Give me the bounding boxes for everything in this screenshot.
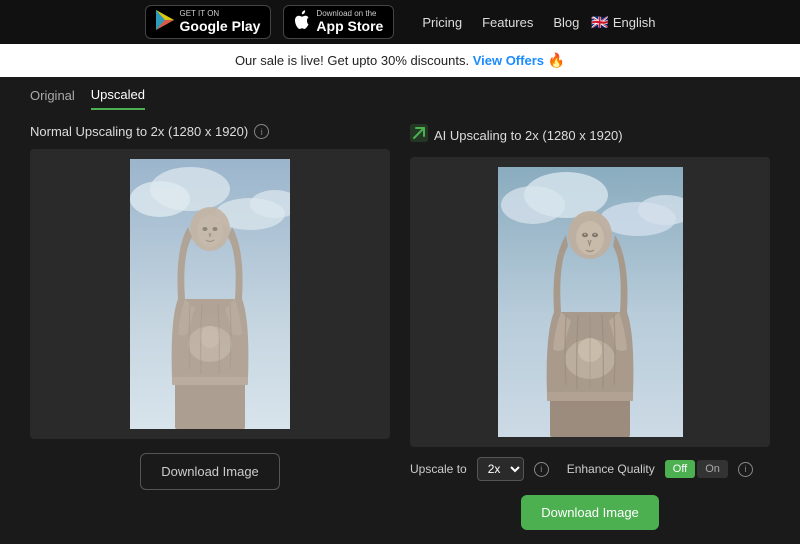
language-selector[interactable]: 🇬🇧 English [591, 14, 655, 31]
upscale-info-icon[interactable]: i [534, 462, 549, 477]
normal-download-button[interactable]: Download Image [140, 453, 280, 490]
nav-links: Pricing Features Blog [422, 15, 579, 30]
pricing-link[interactable]: Pricing [422, 15, 462, 30]
app-store-label: App Store [316, 18, 383, 35]
enhance-on-button[interactable]: On [697, 460, 728, 478]
enhance-quality-toggle: Off On [665, 460, 728, 478]
enhance-info-icon[interactable]: i [738, 462, 753, 477]
ai-title-text: AI Upscaling to 2x (1280 x 1920) [434, 128, 623, 143]
app-store-button[interactable]: Download on the App Store [283, 5, 394, 40]
ai-statue-image [498, 167, 683, 437]
tabs-row: Original Upscaled [0, 77, 800, 110]
google-play-button[interactable]: GET IT ON Google Play [145, 5, 272, 40]
apple-icon [294, 10, 310, 34]
view-offers-link[interactable]: View Offers [473, 53, 544, 68]
google-play-label: Google Play [180, 18, 261, 35]
app-store-sublabel: Download on the [316, 10, 383, 18]
normal-download-row: Download Image [30, 453, 390, 490]
top-nav: GET IT ON Google Play Download on the Ap… [0, 0, 800, 44]
normal-upscaling-panel: Normal Upscaling to 2x (1280 x 1920) i [30, 124, 390, 530]
google-play-icon [156, 10, 174, 34]
ai-upscale-icon [410, 124, 428, 147]
ai-image-container [410, 157, 770, 447]
features-link[interactable]: Features [482, 15, 533, 30]
normal-title-text: Normal Upscaling to 2x (1280 x 1920) [30, 124, 248, 139]
ai-upscaling-panel: AI Upscaling to 2x (1280 x 1920) [410, 124, 770, 530]
tab-upscaled[interactable]: Upscaled [91, 87, 145, 110]
tab-original[interactable]: Original [30, 88, 75, 109]
ai-download-button[interactable]: Download Image [521, 495, 659, 530]
flag-icon: 🇬🇧 [591, 14, 608, 31]
ai-download-row: Download Image [410, 495, 770, 530]
ai-controls-row: Upscale to 2x 4x i Enhance Quality Off O… [410, 457, 770, 481]
normal-panel-title: Normal Upscaling to 2x (1280 x 1920) i [30, 124, 390, 139]
promo-banner: Our sale is live! Get upto 30% discounts… [0, 44, 800, 77]
normal-info-icon[interactable]: i [254, 124, 269, 139]
blog-link[interactable]: Blog [553, 15, 579, 30]
normal-image-container [30, 149, 390, 439]
enhance-off-button[interactable]: Off [665, 460, 695, 478]
upscale-select[interactable]: 2x 4x [477, 457, 524, 481]
google-play-sublabel: GET IT ON [180, 10, 261, 18]
normal-statue-image [130, 159, 290, 429]
enhance-quality-label: Enhance Quality [567, 462, 655, 476]
promo-text: Our sale is live! Get upto 30% discounts… [235, 53, 469, 68]
ai-panel-title: AI Upscaling to 2x (1280 x 1920) [410, 124, 770, 147]
upscale-to-label: Upscale to [410, 462, 467, 476]
main-content: Normal Upscaling to 2x (1280 x 1920) i [0, 110, 800, 544]
language-label: English [613, 15, 656, 30]
promo-emoji: 🔥 [548, 52, 565, 68]
